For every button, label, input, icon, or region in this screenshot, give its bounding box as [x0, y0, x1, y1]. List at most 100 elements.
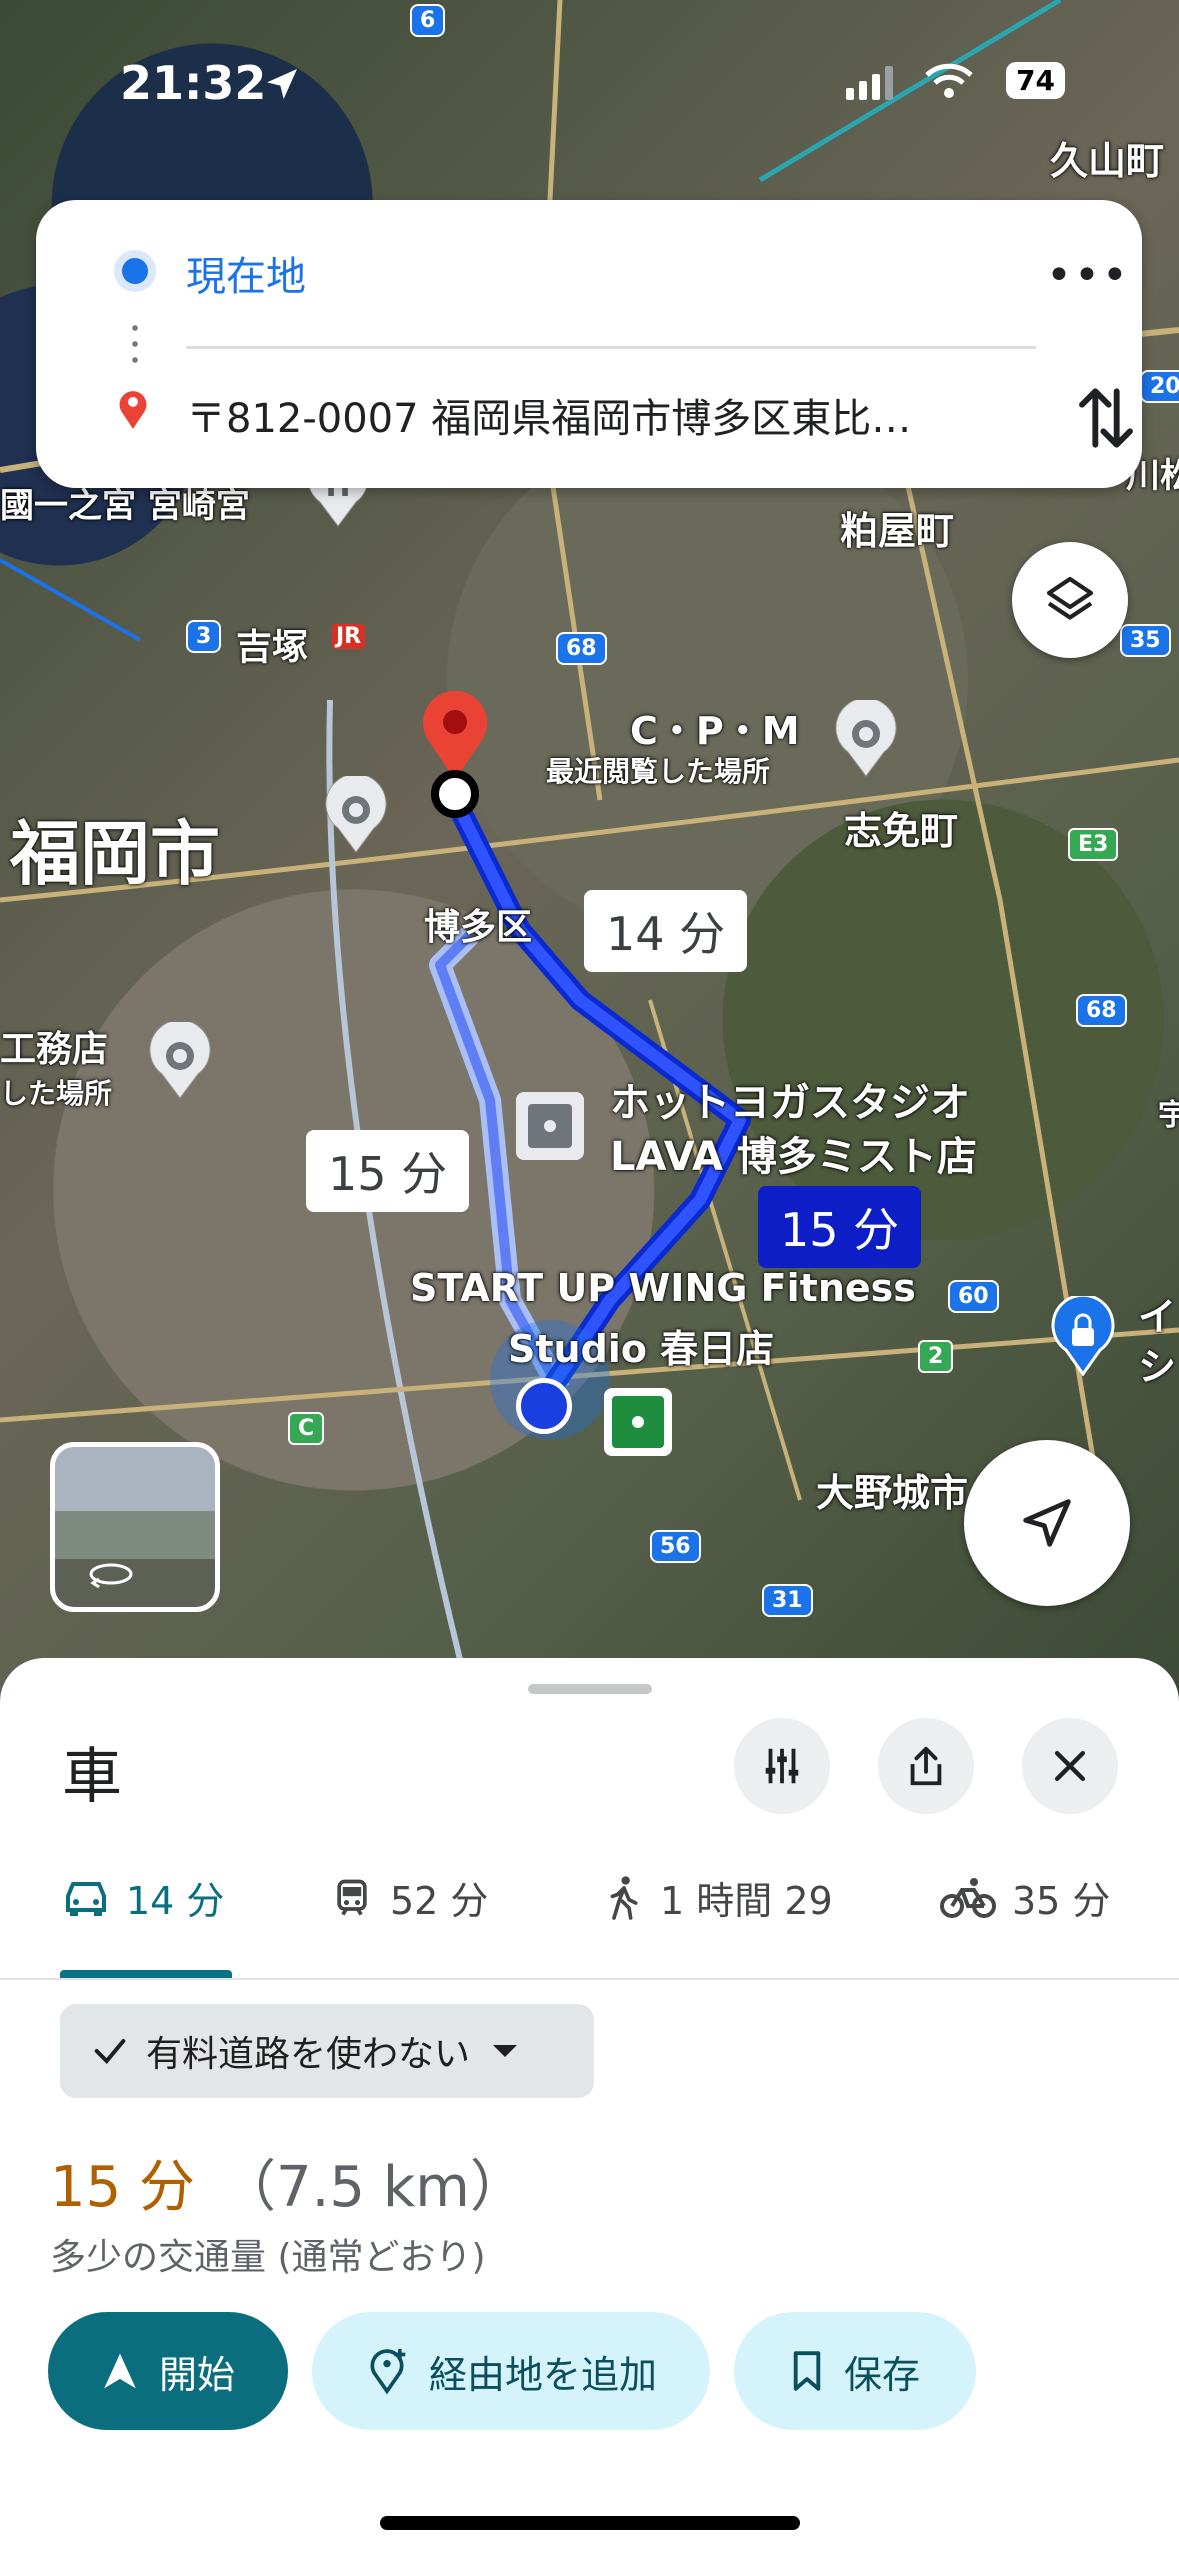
road-shield: 60: [948, 1280, 999, 1313]
recenter-button[interactable]: [964, 1440, 1130, 1606]
route-connector: [132, 320, 138, 370]
home-indicator[interactable]: [380, 2516, 800, 2530]
directions-sheet: 車 14 分 52 分 1 時間 29 35 分 有料道路を使わない 15 分 …: [0, 1658, 1179, 2556]
bookmark-icon: [793, 2351, 821, 2391]
avoid-tolls-chip[interactable]: 有料道路を使わない: [60, 2004, 594, 2098]
check-icon: [94, 2039, 126, 2064]
map-label: START UP WING Fitness: [410, 1266, 916, 1310]
road-shield: 31: [762, 1584, 813, 1617]
road-shield: 2: [918, 1340, 954, 1373]
close-button[interactable]: [1022, 1718, 1118, 1814]
road-shield: E3: [1068, 828, 1119, 861]
map-label: 志免町: [844, 809, 959, 853]
place-marker-icon[interactable]: [828, 700, 904, 780]
route-time-bubble[interactable]: 14 分: [584, 890, 748, 972]
map-label: 久山町: [1050, 139, 1165, 183]
tab-divider: [0, 1978, 1179, 1980]
add-location-icon: [370, 2349, 406, 2395]
destination-pin-small-icon: [119, 391, 147, 429]
more-options-button[interactable]: •••: [1046, 250, 1130, 301]
road-shield: 68: [1076, 994, 1127, 1027]
tab-transit[interactable]: 52 分: [330, 1870, 488, 1925]
share-icon: [910, 1746, 942, 1786]
tab-label: 1 時間 29: [660, 1879, 833, 1923]
wifi-icon: [925, 63, 973, 98]
layers-button[interactable]: [1012, 542, 1128, 658]
tab-label: 35 分: [1012, 1879, 1111, 1923]
map-label: 博多区: [424, 907, 533, 948]
close-icon: [1054, 1750, 1086, 1782]
road-shield: 20: [1140, 370, 1179, 403]
battery-indicator: 74: [1006, 62, 1065, 99]
directions-card: 現在地 〒812-0007 福岡県福岡市博多区東比… •••: [36, 200, 1142, 488]
selected-route-time-bubble[interactable]: 15 分: [758, 1186, 922, 1268]
tab-cycling[interactable]: 35 分: [940, 1870, 1110, 1925]
store-marker-icon[interactable]: [602, 1386, 674, 1458]
drag-handle[interactable]: [528, 1684, 652, 1694]
signal-icon: [846, 66, 893, 100]
start-label: 開始: [158, 2352, 235, 2397]
save-button[interactable]: 保存: [734, 2312, 976, 2430]
map-label: 粕屋町: [840, 509, 955, 553]
origin-dot-icon: [114, 250, 156, 292]
swap-icon[interactable]: [1074, 380, 1138, 456]
dropdown-caret-icon: [493, 2045, 518, 2057]
rotate-360-icon: [89, 1563, 133, 1589]
add-stop-label: 経由地を追加: [428, 2352, 657, 2397]
route-distance: （7.5 km）: [220, 2155, 526, 2220]
street-view-thumbnail[interactable]: [50, 1442, 220, 1612]
origin-field[interactable]: 現在地: [186, 244, 306, 302]
place-marker-icon[interactable]: [142, 1022, 218, 1102]
road-shield: 35: [1120, 624, 1171, 657]
status-bar: 21:32 74: [0, 56, 1179, 116]
start-button[interactable]: 開始: [48, 2312, 288, 2430]
sheet-title: 車: [62, 1742, 122, 1812]
road-shield: 3: [186, 620, 222, 653]
road-shield: C: [288, 1412, 325, 1445]
map-label: 吉塚: [236, 627, 309, 668]
map-label: 工務店: [0, 1029, 109, 1070]
destination-pin-icon[interactable]: [410, 690, 500, 820]
map-label: LAVA 博多ミスト店: [610, 1134, 977, 1180]
tab-label: 52 分: [390, 1879, 489, 1923]
map-label: した場所: [0, 1077, 113, 1110]
map-label: シ: [1138, 1345, 1177, 1389]
status-time: 21:32: [120, 56, 267, 110]
map-label: JR: [332, 624, 366, 649]
destination-field[interactable]: 〒812-0007 福岡県福岡市博多区東比…: [186, 386, 1026, 444]
save-label: 保存: [843, 2352, 920, 2397]
active-tab-indicator: [60, 1970, 232, 1978]
tab-walking[interactable]: 1 時間 29: [604, 1870, 833, 1925]
add-stop-button[interactable]: 経由地を追加: [312, 2312, 710, 2430]
tab-label: 14 分: [126, 1879, 225, 1923]
location-arrow-icon: [267, 69, 297, 99]
road-shield: 6: [410, 4, 446, 37]
tab-driving[interactable]: 14 分: [62, 1870, 224, 1925]
field-divider: [186, 346, 1036, 349]
car-icon: [66, 1881, 106, 1916]
place-marker-icon[interactable]: [318, 776, 394, 856]
map-label: Studio 春日店: [508, 1327, 775, 1371]
bike-icon: [940, 1877, 996, 1918]
gym-marker-icon[interactable]: [514, 1090, 586, 1162]
navigation-start-icon: [104, 2353, 136, 2389]
share-button[interactable]: [878, 1718, 974, 1814]
sliders-icon: [765, 1748, 799, 1784]
route-time-bubble[interactable]: 15 分: [306, 1130, 470, 1212]
map-label: イ: [1138, 1295, 1177, 1339]
road-shield: 56: [650, 1530, 701, 1563]
walk-icon: [610, 1875, 638, 1920]
map-label: 最近閲覧した場所: [546, 755, 771, 788]
current-location-dot: [516, 1378, 572, 1434]
route-duration: 15 分: [50, 2155, 196, 2220]
map-label: C・P・M: [630, 709, 800, 753]
map-label: ホットヨガスタジオ: [610, 1080, 970, 1126]
route-options-button[interactable]: [734, 1718, 830, 1814]
map-label: 大野城市: [816, 1471, 969, 1515]
train-icon: [337, 1879, 367, 1916]
navigation-arrow-icon: [1023, 1499, 1071, 1547]
lock-marker-icon[interactable]: [1048, 1296, 1118, 1376]
traffic-status: 多少の交通量 (通常どおり): [50, 2237, 486, 2278]
road-shield: 68: [556, 632, 607, 665]
chip-label: 有料道路を使わない: [146, 2034, 471, 2075]
